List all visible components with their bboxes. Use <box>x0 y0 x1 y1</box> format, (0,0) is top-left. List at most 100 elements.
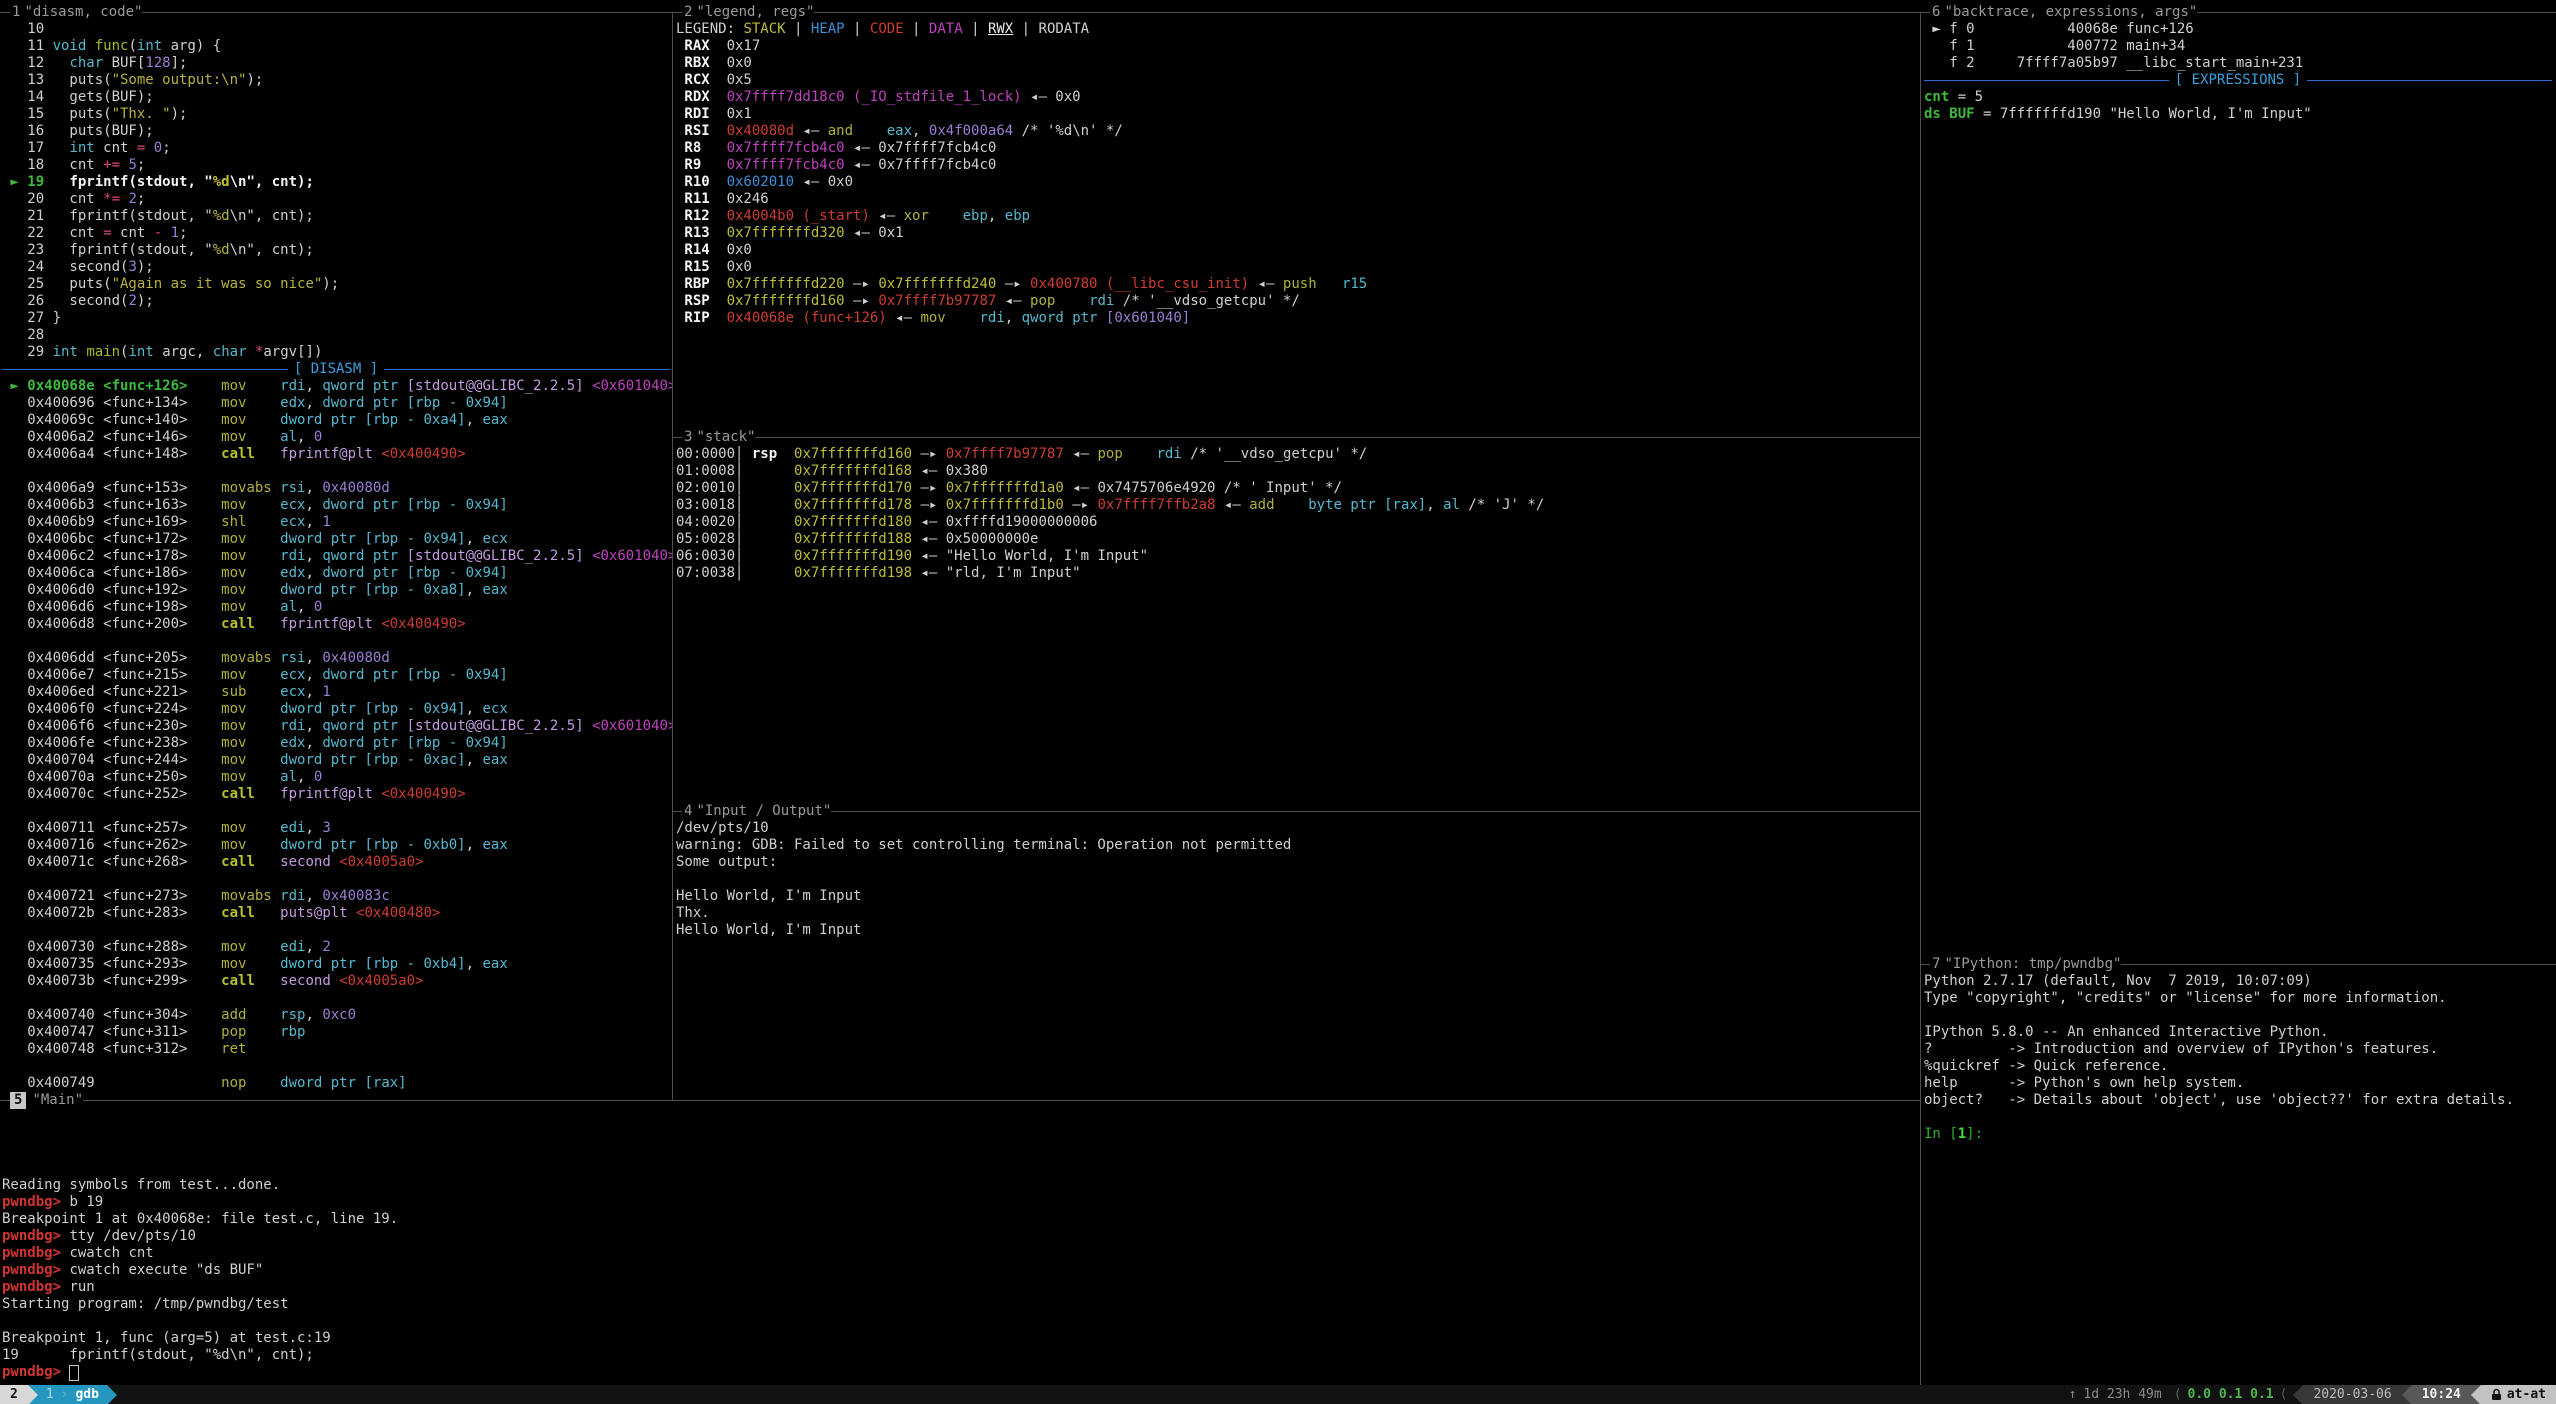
border-line <box>814 12 1920 13</box>
terminal-line: ► 19 fprintf(stdout, "%d\n", cnt); <box>2 174 672 191</box>
terminal-line: f 2 7ffff7a05b97 __libc_start_main+231 <box>1924 55 2554 72</box>
border-line <box>831 811 1920 812</box>
terminal-line: R12 0x4004b0 (_start) ◂— xor ebp, ebp <box>676 208 1918 225</box>
tmux-session: 1 "disasm, code" 2 "legend, regs" 3 "sta… <box>0 0 2556 1404</box>
terminal-line <box>2 922 672 939</box>
pane-title-label: "Input / Output" <box>696 803 831 820</box>
terminal-line: 03:0018│ 0x7fffffffd178 —▸ 0x7fffffffd1b… <box>676 497 1918 514</box>
pane-ipython[interactable]: Python 2.7.17 (default, Nov 7 2019, 10:0… <box>1924 973 2554 1143</box>
hostname-display: at-at <box>2481 1385 2556 1404</box>
pane-main-gdb[interactable]: Reading symbols from test...done.pwndbg>… <box>2 1177 1918 1381</box>
terminal-line: R8 0x7ffff7fcb4c0 ◂— 0x7ffff7fcb4c0 <box>676 140 1918 157</box>
terminal-line: 11 void func(int arg) { <box>2 38 672 55</box>
terminal-line: LEGEND: STACK | HEAP | CODE | DATA | RWX… <box>676 21 1918 38</box>
terminal-line: ds BUF = 7fffffffd190 "Hello World, I'm … <box>1924 106 2554 123</box>
border-line <box>672 811 682 812</box>
terminal-line: Some output: <box>676 854 1918 871</box>
terminal-line: Python 2.7.17 (default, Nov 7 2019, 10:0… <box>1924 973 2554 990</box>
terminal-line: 0x40070a <func+250> mov al, 0 <box>2 769 672 786</box>
border-line <box>1920 12 1930 13</box>
terminal-line: 07:0038│ 0x7fffffffd198 ◂— "rld, I'm Inp… <box>676 565 1918 582</box>
pane-disasm-code[interactable]: 10 11 void func(int arg) { 12 char BUF[1… <box>2 21 672 1092</box>
powerline-arrow <box>28 1385 38 1404</box>
powerline-arrow <box>2402 1385 2412 1404</box>
terminal-line: 14 gets(BUF); <box>2 89 672 106</box>
terminal-line: 0x4006b9 <func+169> shl ecx, 1 <box>2 514 672 531</box>
terminal-line: R11 0x246 <box>676 191 1918 208</box>
separator-label: [ EXPRESSIONS ] <box>2169 72 2307 89</box>
disasm-separator: [ DISASM ] <box>2 361 670 378</box>
pane-io[interactable]: /dev/pts/10warning: GDB: Failed to set c… <box>676 820 1918 939</box>
terminal-line: 0x40070c <func+252> call fprintf@plt <0x… <box>2 786 672 803</box>
terminal-line <box>1924 1109 2554 1126</box>
terminal-line: 22 cnt = cnt - 1; <box>2 225 672 242</box>
uptime-arrow-icon: ↑ <box>2069 1385 2077 1404</box>
terminal-line: 19 fprintf(stdout, "%d\n", cnt); <box>2 1347 1918 1364</box>
terminal-line <box>2 990 672 1007</box>
terminal-line: IPython 5.8.0 -- An enhanced Interactive… <box>1924 1024 2554 1041</box>
date-display: 2020-03-06 <box>2303 1385 2401 1404</box>
terminal-line: 13 puts("Some output:\n"); <box>2 72 672 89</box>
status-right: ↑ 1d 23h 49m ⟨ 0.0 0.1 0.1 ⟨ 2020-03-06 … <box>2063 1385 2556 1404</box>
border-line <box>0 12 10 13</box>
terminal-line: 21 fprintf(stdout, "%d\n", cnt); <box>2 208 672 225</box>
terminal-line: 0x400704 <func+244> mov dword ptr [rbp -… <box>2 752 672 769</box>
terminal-line: 23 fprintf(stdout, "%d\n", cnt); <box>2 242 672 259</box>
terminal-line: 0x4006e7 <func+215> mov ecx, dword ptr [… <box>2 667 672 684</box>
pane-title-io: 4 "Input / Output" <box>672 803 1920 820</box>
uptime: ↑ 1d 23h 49m <box>2063 1385 2168 1404</box>
terminal-line: 0x400730 <func+288> mov edi, 2 <box>2 939 672 956</box>
terminal-line <box>2 1058 672 1075</box>
active-pane-number-badge: 5 <box>10 1092 26 1109</box>
pane-stack[interactable]: 00:0000│ rsp 0x7fffffffd160 —▸ 0x7ffff7b… <box>676 446 1918 582</box>
terminal-line: RSI 0x40080d ◂— and eax, 0x4f000a64 /* '… <box>676 123 1918 140</box>
terminal-line: RCX 0x5 <box>676 72 1918 89</box>
terminal-line: Hello World, I'm Input <box>676 922 1918 939</box>
pane-divider-left[interactable] <box>672 12 673 1100</box>
clock-display: 10:24 <box>2412 1385 2471 1404</box>
border-line <box>0 1100 10 1101</box>
tmux-status-bar: 2 1 › gdb ↑ 1d 23h 49m ⟨ 0.0 0.1 0.1 ⟨ 2… <box>0 1385 2556 1404</box>
pane-divider-right[interactable] <box>1920 12 1921 1385</box>
powerline-arrow <box>2471 1385 2481 1404</box>
terminal-line: 0x400716 <func+262> mov dword ptr [rbp -… <box>2 837 672 854</box>
terminal-line: 0x400740 <func+304> add rsp, 0xc0 <box>2 1007 672 1024</box>
terminal-line: pwndbg> cwatch cnt <box>2 1245 1918 1262</box>
terminal-line: R13 0x7fffffffd320 ◂— 0x1 <box>676 225 1918 242</box>
pane-number: 7 <box>1930 956 1942 973</box>
terminal-line: f 1 400772 main+34 <box>1924 38 2554 55</box>
terminal-line: 26 second(2); <box>2 293 672 310</box>
session-badge[interactable]: 2 <box>0 1385 28 1404</box>
terminal-line: 02:0010│ 0x7fffffffd170 —▸ 0x7fffffffd1a… <box>676 480 1918 497</box>
pane-title-label: "IPython: tmp/pwndbg" <box>1944 956 2121 973</box>
terminal-line: 25 puts("Again as it was so nice"); <box>2 276 672 293</box>
terminal-line: 05:0028│ 0x7fffffffd188 ◂— 0x50000000e <box>676 531 1918 548</box>
terminal-line: 17 int cnt = 0; <box>2 140 672 157</box>
separator-line <box>2307 80 2552 81</box>
pane-legend-regs[interactable]: LEGEND: STACK | HEAP | CODE | DATA | RWX… <box>676 21 1918 327</box>
window-tab-gdb[interactable]: 1 › gdb <box>38 1385 107 1404</box>
terminal-line: RDX 0x7ffff7dd18c0 (_IO_stdfile_1_lock) … <box>676 89 1918 106</box>
terminal-line: 0x400749 nop dword ptr [rax] <box>2 1075 672 1092</box>
chevron-separator-icon: ⟨ <box>2168 1385 2188 1404</box>
terminal-line: 04:0020│ 0x7fffffffd180 ◂— 0xffffd190000… <box>676 514 1918 531</box>
terminal-line: 0x4006a4 <func+148> call fprintf@plt <0x… <box>2 446 672 463</box>
border-line <box>672 12 682 13</box>
terminal-line: ► 0x40068e <func+126> mov rdi, qword ptr… <box>2 378 672 395</box>
terminal-line: In [1]: <box>1924 1126 2554 1143</box>
separator-line <box>384 369 670 370</box>
terminal-line: Thx. <box>676 905 1918 922</box>
border-line <box>142 12 672 13</box>
lock-icon <box>2491 1388 2502 1401</box>
border-line <box>83 1100 1920 1101</box>
pane-number: 2 <box>682 4 694 21</box>
terminal-line <box>2 1313 1918 1330</box>
terminal-line: 0x4006d8 <func+200> call fprintf@plt <0x… <box>2 616 672 633</box>
terminal-line: 18 cnt += 5; <box>2 157 672 174</box>
powerline-arrow <box>2293 1385 2303 1404</box>
terminal-line: RSP 0x7fffffffd160 —▸ 0x7ffff7b97787 ◂— … <box>676 293 1918 310</box>
terminal-line: 01:0008│ 0x7fffffffd168 ◂— 0x380 <box>676 463 1918 480</box>
terminal-line: 0x40073b <func+299> call second <0x4005a… <box>2 973 672 990</box>
terminal-line: R15 0x0 <box>676 259 1918 276</box>
terminal-line: pwndbg> run <box>2 1279 1918 1296</box>
